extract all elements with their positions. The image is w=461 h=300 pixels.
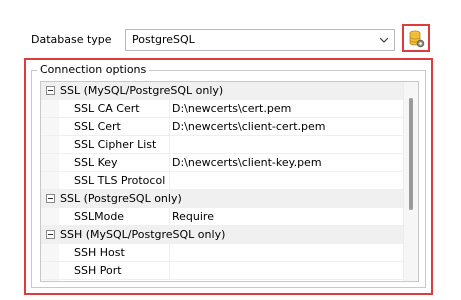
property-value[interactable]: D:\newcerts\client-cert.pem bbox=[172, 120, 326, 134]
category-label: SSL (MySQL/PostgreSQL only) bbox=[60, 84, 224, 97]
property-row[interactable]: SSH Port bbox=[41, 262, 403, 280]
property-row[interactable]: SSL Cert D:\newcerts\client-cert.pem bbox=[41, 118, 403, 136]
property-row[interactable]: SSL CA Cert D:\newcerts\cert.pem bbox=[41, 100, 403, 118]
collapse-toggle-icon[interactable] bbox=[46, 86, 55, 95]
category-label: SSL (PostgreSQL only) bbox=[60, 192, 182, 205]
property-row[interactable]: SSH Host bbox=[41, 244, 403, 262]
category-label: SSH (MySQL/PostgreSQL only) bbox=[60, 228, 226, 241]
property-value[interactable]: Require bbox=[172, 210, 214, 224]
property-grid[interactable]: SSL (MySQL/PostgreSQL only) SSL CA Cert D:… bbox=[40, 81, 419, 282]
property-row[interactable]: SSL TLS Protocol bbox=[41, 172, 403, 190]
property-value[interactable]: D:\newcerts\client-key.pem bbox=[172, 156, 322, 170]
vertical-scrollbar[interactable] bbox=[403, 82, 418, 281]
connection-options-title: Connection options bbox=[37, 63, 150, 77]
property-name: SSL CA Cert bbox=[74, 102, 140, 115]
property-name: SSL Cert bbox=[74, 120, 121, 133]
property-name: SSL Key bbox=[74, 156, 118, 169]
category-row[interactable]: SSH (MySQL/PostgreSQL only) bbox=[41, 226, 403, 244]
property-value[interactable]: D:\newcerts\cert.pem bbox=[172, 102, 291, 116]
property-name: SSL TLS Protocol bbox=[74, 174, 166, 187]
database-type-dropdown[interactable]: PostgreSQL bbox=[125, 29, 395, 51]
database-settings-button[interactable] bbox=[402, 24, 430, 52]
property-row[interactable]: SSL Cipher List bbox=[41, 136, 403, 154]
database-gear-icon bbox=[409, 30, 425, 48]
scrollbar-thumb[interactable] bbox=[409, 98, 413, 210]
database-type-label: Database type bbox=[31, 33, 112, 46]
chevron-down-icon bbox=[379, 37, 389, 43]
collapse-toggle-icon[interactable] bbox=[46, 194, 55, 203]
property-row[interactable]: SSLMode Require bbox=[41, 208, 403, 226]
property-name: SSH Host bbox=[74, 246, 125, 259]
category-row[interactable]: SSL (MySQL/PostgreSQL only) bbox=[41, 82, 403, 100]
collapse-toggle-icon[interactable] bbox=[46, 230, 55, 239]
property-row[interactable]: SSL Key D:\newcerts\client-key.pem bbox=[41, 154, 403, 172]
database-type-value: PostgreSQL bbox=[132, 33, 195, 46]
category-row[interactable]: SSL (PostgreSQL only) bbox=[41, 190, 403, 208]
property-name: SSL Cipher List bbox=[74, 138, 157, 151]
property-name: SSLMode bbox=[74, 210, 125, 223]
property-name: SSH Port bbox=[74, 264, 122, 277]
